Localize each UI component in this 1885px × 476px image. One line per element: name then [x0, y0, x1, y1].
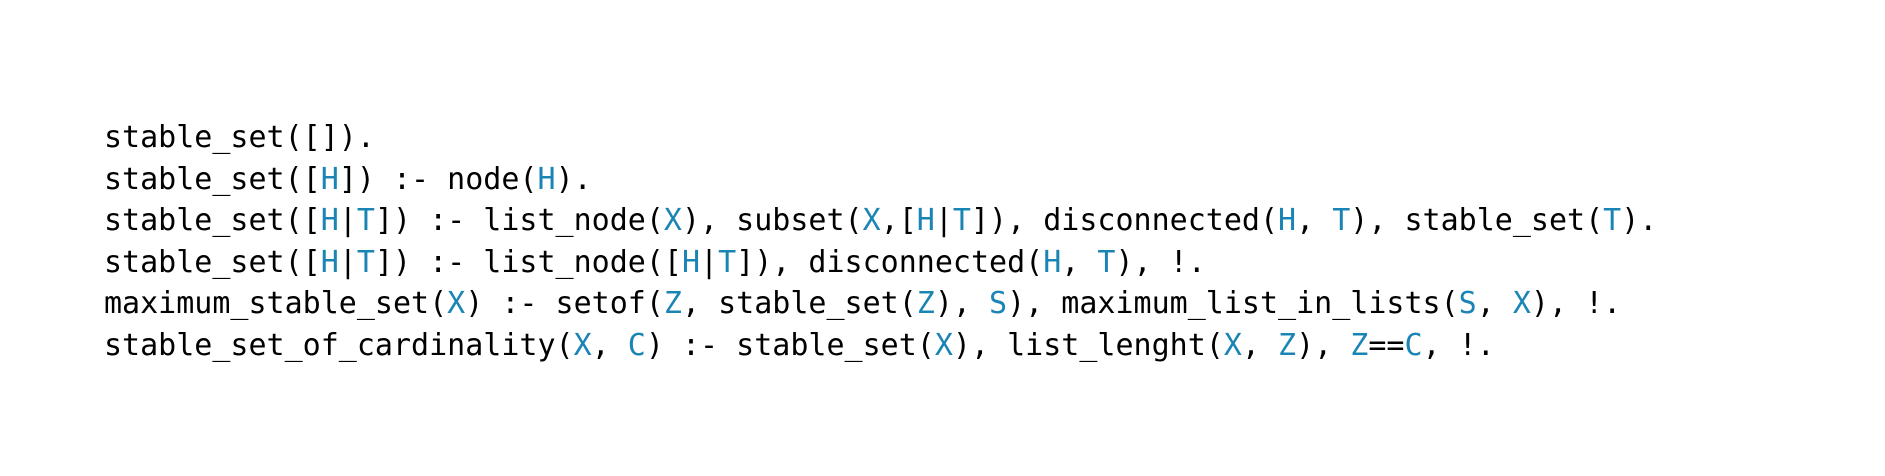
code-line: stable_set([H|T]) :- list_node(X), subse…: [104, 200, 1657, 242]
code-text: ,: [591, 327, 628, 363]
code-text: ),: [1296, 327, 1351, 363]
code-variable: T: [1097, 244, 1116, 280]
code-text: ]) :- node(: [338, 161, 538, 197]
code-text: ==: [1368, 327, 1405, 363]
code-variable: X: [1512, 286, 1531, 321]
code-variable: H: [320, 161, 339, 197]
code-variable: T: [1332, 203, 1351, 238]
code-text: ]), disconnected(: [736, 244, 1044, 280]
code-variable: C: [627, 327, 646, 363]
code-text: ).: [555, 161, 592, 197]
code-variable: C: [1404, 327, 1423, 363]
code-variable: Z: [1350, 327, 1369, 363]
code-variable: X: [934, 327, 953, 363]
code-text: |: [338, 244, 357, 280]
code-text: |: [338, 203, 357, 238]
code-variable: T: [356, 244, 375, 280]
code-variable: X: [447, 286, 466, 321]
code-text: ), stable_set(: [1350, 203, 1604, 238]
code-text: ),: [934, 286, 990, 321]
code-text: ]) :- list_node(: [374, 203, 664, 238]
code-text: ,: [1476, 286, 1513, 321]
code-variable: H: [681, 244, 701, 280]
code-text: ).: [1621, 203, 1658, 238]
code-text: ) :- setof(: [465, 286, 664, 321]
code-variable: H: [537, 161, 556, 197]
code-variable: T: [1603, 203, 1622, 238]
code-variable: Z: [663, 286, 682, 321]
code-text: |: [700, 244, 719, 280]
code-text: ,: [1241, 327, 1279, 363]
code-text: stable_set([: [104, 161, 321, 197]
code-line: stable_set([H]) :- node(H).: [104, 159, 1657, 201]
code-text: ]), disconnected(: [970, 203, 1279, 238]
code-text: ), !.: [1115, 244, 1206, 280]
code-text: ), maximum_list_in_lists(: [1007, 286, 1459, 321]
code-variable: X: [663, 203, 682, 238]
code-text: ), subset(: [681, 203, 863, 238]
code-text: ]) :- list_node([: [374, 244, 682, 280]
code-text: ) :- stable_set(: [645, 327, 935, 363]
code-variable: Z: [916, 286, 935, 321]
code-line: stable_set([H|T]) :- list_node([H|T]), d…: [104, 242, 1657, 284]
code-text: ,: [1296, 203, 1333, 238]
code-line: stable_set_of_cardinality(X, C) :- stabl…: [104, 325, 1657, 367]
code-variable: S: [989, 286, 1008, 321]
code-variable: H: [1278, 203, 1297, 238]
code-text: ), list_lenght(: [952, 327, 1224, 363]
code-text: stable_set_of_cardinality(: [104, 327, 574, 363]
code-variable: T: [952, 203, 971, 238]
code-line: maximum_stable_set(X) :- setof(Z, stable…: [104, 283, 1657, 325]
code-text: ), !.: [1530, 286, 1622, 321]
code-text: , stable_set(: [681, 286, 917, 321]
code-text: stable_set([: [104, 244, 321, 280]
code-text: , !.: [1422, 327, 1495, 363]
code-line: stable_set([]).: [104, 117, 1657, 159]
code-variable: T: [718, 244, 737, 280]
code-variable: H: [916, 203, 935, 238]
code-variable: H: [320, 203, 339, 238]
code-text: ,[: [880, 203, 917, 238]
code-text: |: [934, 203, 953, 238]
code-variable: X: [862, 203, 881, 238]
code-block: stable_set([]). stable_set([H]) :- node(H…: [104, 117, 1657, 366]
code-variable: T: [356, 203, 375, 238]
code-variable: X: [1223, 327, 1242, 363]
code-text: stable_set([]).: [104, 120, 375, 155]
code-text: maximum_stable_set(: [104, 286, 448, 321]
code-variable: H: [1043, 244, 1062, 280]
code-variable: X: [573, 327, 592, 363]
code-text: ,: [1061, 244, 1098, 280]
code-variable: S: [1458, 286, 1477, 321]
code-text: stable_set([: [104, 203, 321, 238]
code-variable: Z: [1278, 327, 1297, 363]
code-variable: H: [320, 244, 339, 280]
